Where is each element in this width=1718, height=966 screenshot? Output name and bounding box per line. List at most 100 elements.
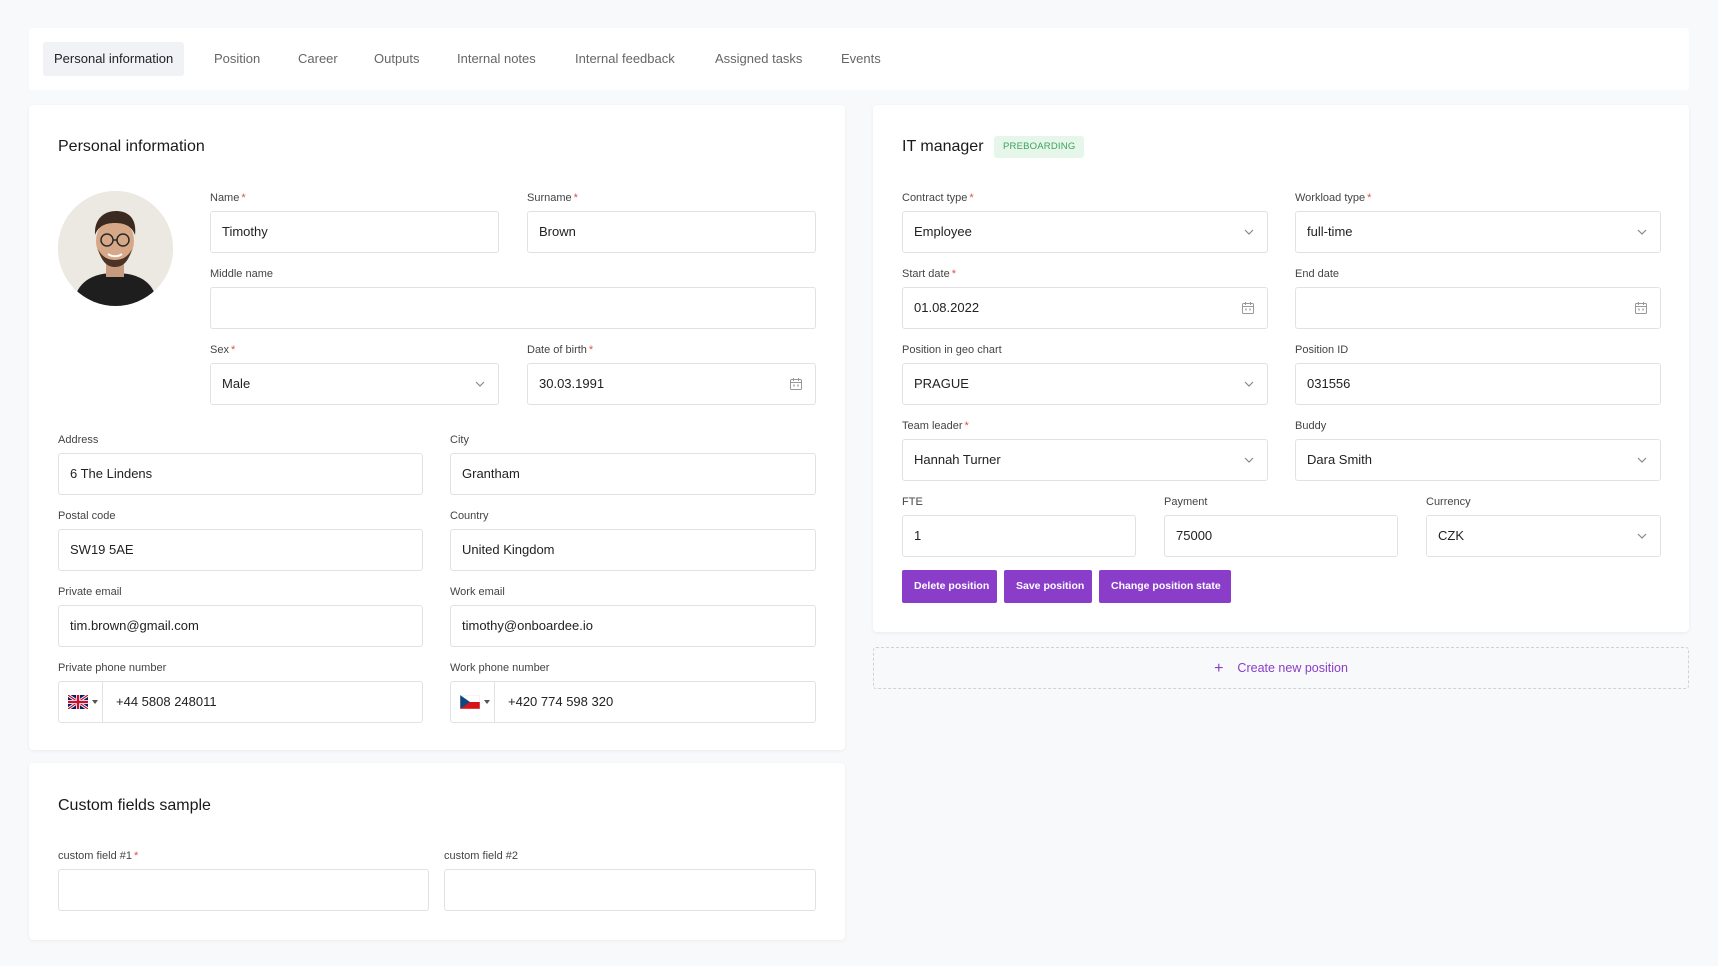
custom-field-2-input[interactable] xyxy=(444,869,816,911)
work-email-input[interactable]: timothy@onboardee.io xyxy=(450,605,816,647)
status-badge: PREBOARDING xyxy=(994,136,1085,158)
private-email-label: Private email xyxy=(58,586,122,598)
custom-field-1-label: custom field #1 * xyxy=(58,850,139,862)
position-title: IT manager xyxy=(902,138,984,155)
custom-fields-title: Custom fields sample xyxy=(58,797,211,814)
start-date-input[interactable]: 01.08.2022 xyxy=(902,287,1268,329)
tab-position[interactable]: Position xyxy=(203,42,271,76)
currency-select[interactable]: CZK xyxy=(1426,515,1661,557)
name-label: Name * xyxy=(210,192,246,204)
surname-input[interactable]: Brown xyxy=(527,211,816,253)
chevron-down-icon xyxy=(1637,533,1647,539)
workload-type-label: Workload type * xyxy=(1295,192,1372,204)
dob-value: 30.03.1991 xyxy=(539,376,605,391)
workload-type-value: full-time xyxy=(1307,224,1353,239)
fte-label: FTE xyxy=(902,496,923,508)
private-email-input[interactable]: tim.brown@gmail.com xyxy=(58,605,423,647)
postal-code-input[interactable]: SW19 5AE xyxy=(58,529,423,571)
calendar-icon[interactable] xyxy=(789,377,803,391)
sex-select[interactable]: Male xyxy=(210,363,499,405)
chevron-down-icon xyxy=(1637,457,1647,463)
work-phone-label: Work phone number xyxy=(450,662,550,674)
cz-flag-icon xyxy=(460,695,480,709)
tab-internal-notes[interactable]: Internal notes xyxy=(446,42,547,76)
contract-type-value: Employee xyxy=(914,224,972,239)
work-phone-value: +420 774 598 320 xyxy=(508,694,614,709)
address-input[interactable]: 6 The Lindens xyxy=(58,453,423,495)
tab-outputs[interactable]: Outputs xyxy=(363,42,431,76)
buddy-value: Dara Smith xyxy=(1307,452,1373,467)
middle-name-input[interactable] xyxy=(210,287,816,329)
country-code-select[interactable] xyxy=(59,682,103,722)
private-phone-value: +44 5808 248011 xyxy=(116,694,217,709)
city-input[interactable]: Grantham xyxy=(450,453,816,495)
dob-input[interactable]: 30.03.1991 xyxy=(527,363,816,405)
custom-field-1-input[interactable] xyxy=(58,869,429,911)
plus-icon: + xyxy=(1214,660,1224,677)
fte-input[interactable]: 1 xyxy=(902,515,1136,557)
calendar-icon[interactable] xyxy=(1241,301,1255,315)
team-leader-label: Team leader * xyxy=(902,420,969,432)
team-leader-select[interactable]: Hannah Turner xyxy=(902,439,1268,481)
geo-chart-value: PRAGUE xyxy=(914,376,969,391)
custom-fields-card xyxy=(29,763,845,940)
end-date-input[interactable] xyxy=(1295,287,1661,329)
currency-label: Currency xyxy=(1426,496,1471,508)
custom-field-2-label: custom field #2 xyxy=(444,850,518,862)
tab-assigned-tasks[interactable]: Assigned tasks xyxy=(704,42,813,76)
tab-internal-feedback[interactable]: Internal feedback xyxy=(564,42,686,76)
tab-career[interactable]: Career xyxy=(287,42,349,76)
position-id-input[interactable]: 031556 xyxy=(1295,363,1661,405)
city-label: City xyxy=(450,434,469,446)
middle-name-label: Middle name xyxy=(210,268,273,280)
contract-type-select[interactable]: Employee xyxy=(902,211,1268,253)
tab-personal-information[interactable]: Personal information xyxy=(43,42,185,76)
geo-chart-select[interactable]: PRAGUE xyxy=(902,363,1268,405)
currency-value: CZK xyxy=(1438,528,1464,543)
buddy-select[interactable]: Dara Smith xyxy=(1295,439,1661,481)
contract-type-label: Contract type * xyxy=(902,192,974,204)
dob-label: Date of birth * xyxy=(527,344,594,356)
tab-bar: Personal information Position Career Out… xyxy=(29,28,1689,90)
uk-flag-icon xyxy=(68,695,88,709)
work-phone-input[interactable]: +420 774 598 320 xyxy=(450,681,816,723)
name-input[interactable]: Timothy xyxy=(210,211,499,253)
avatar xyxy=(58,191,173,306)
country-code-select[interactable] xyxy=(451,682,495,722)
avatar-photo xyxy=(58,191,173,306)
save-position-button[interactable]: Save position xyxy=(1004,570,1092,603)
surname-label: Surname * xyxy=(527,192,578,204)
workload-type-select[interactable]: full-time xyxy=(1295,211,1661,253)
caret-down-icon xyxy=(484,700,490,704)
country-label: Country xyxy=(450,510,489,522)
payment-input[interactable]: 75000 xyxy=(1164,515,1398,557)
end-date-label: End date xyxy=(1295,268,1340,280)
geo-chart-label: Position in geo chart xyxy=(902,344,1002,356)
work-email-label: Work email xyxy=(450,586,505,598)
chevron-down-icon xyxy=(475,381,485,387)
buddy-label: Buddy xyxy=(1295,420,1327,432)
personal-information-title: Personal information xyxy=(58,138,205,155)
personal-information-card xyxy=(29,105,845,750)
delete-position-button[interactable]: Delete position xyxy=(902,570,997,603)
country-input[interactable]: United Kingdom xyxy=(450,529,816,571)
chevron-down-icon xyxy=(1244,381,1254,387)
start-date-value: 01.08.2022 xyxy=(914,300,980,315)
tab-events[interactable]: Events xyxy=(830,42,892,76)
chevron-down-icon xyxy=(1244,229,1254,235)
caret-down-icon xyxy=(92,700,98,704)
address-label: Address xyxy=(58,434,99,446)
payment-label: Payment xyxy=(1164,496,1208,508)
position-id-label: Position ID xyxy=(1295,344,1349,356)
postal-code-label: Postal code xyxy=(58,510,116,522)
start-date-label: Start date * xyxy=(902,268,956,280)
sex-label: Sex * xyxy=(210,344,236,356)
create-new-position-label: Create new position xyxy=(1237,661,1348,675)
change-position-state-button[interactable]: Change position state xyxy=(1099,570,1231,603)
team-leader-value: Hannah Turner xyxy=(914,452,1001,467)
private-phone-label: Private phone number xyxy=(58,662,167,674)
create-new-position-button[interactable]: + Create new position xyxy=(873,647,1689,689)
chevron-down-icon xyxy=(1244,457,1254,463)
private-phone-input[interactable]: +44 5808 248011 xyxy=(58,681,423,723)
calendar-icon[interactable] xyxy=(1634,301,1648,315)
